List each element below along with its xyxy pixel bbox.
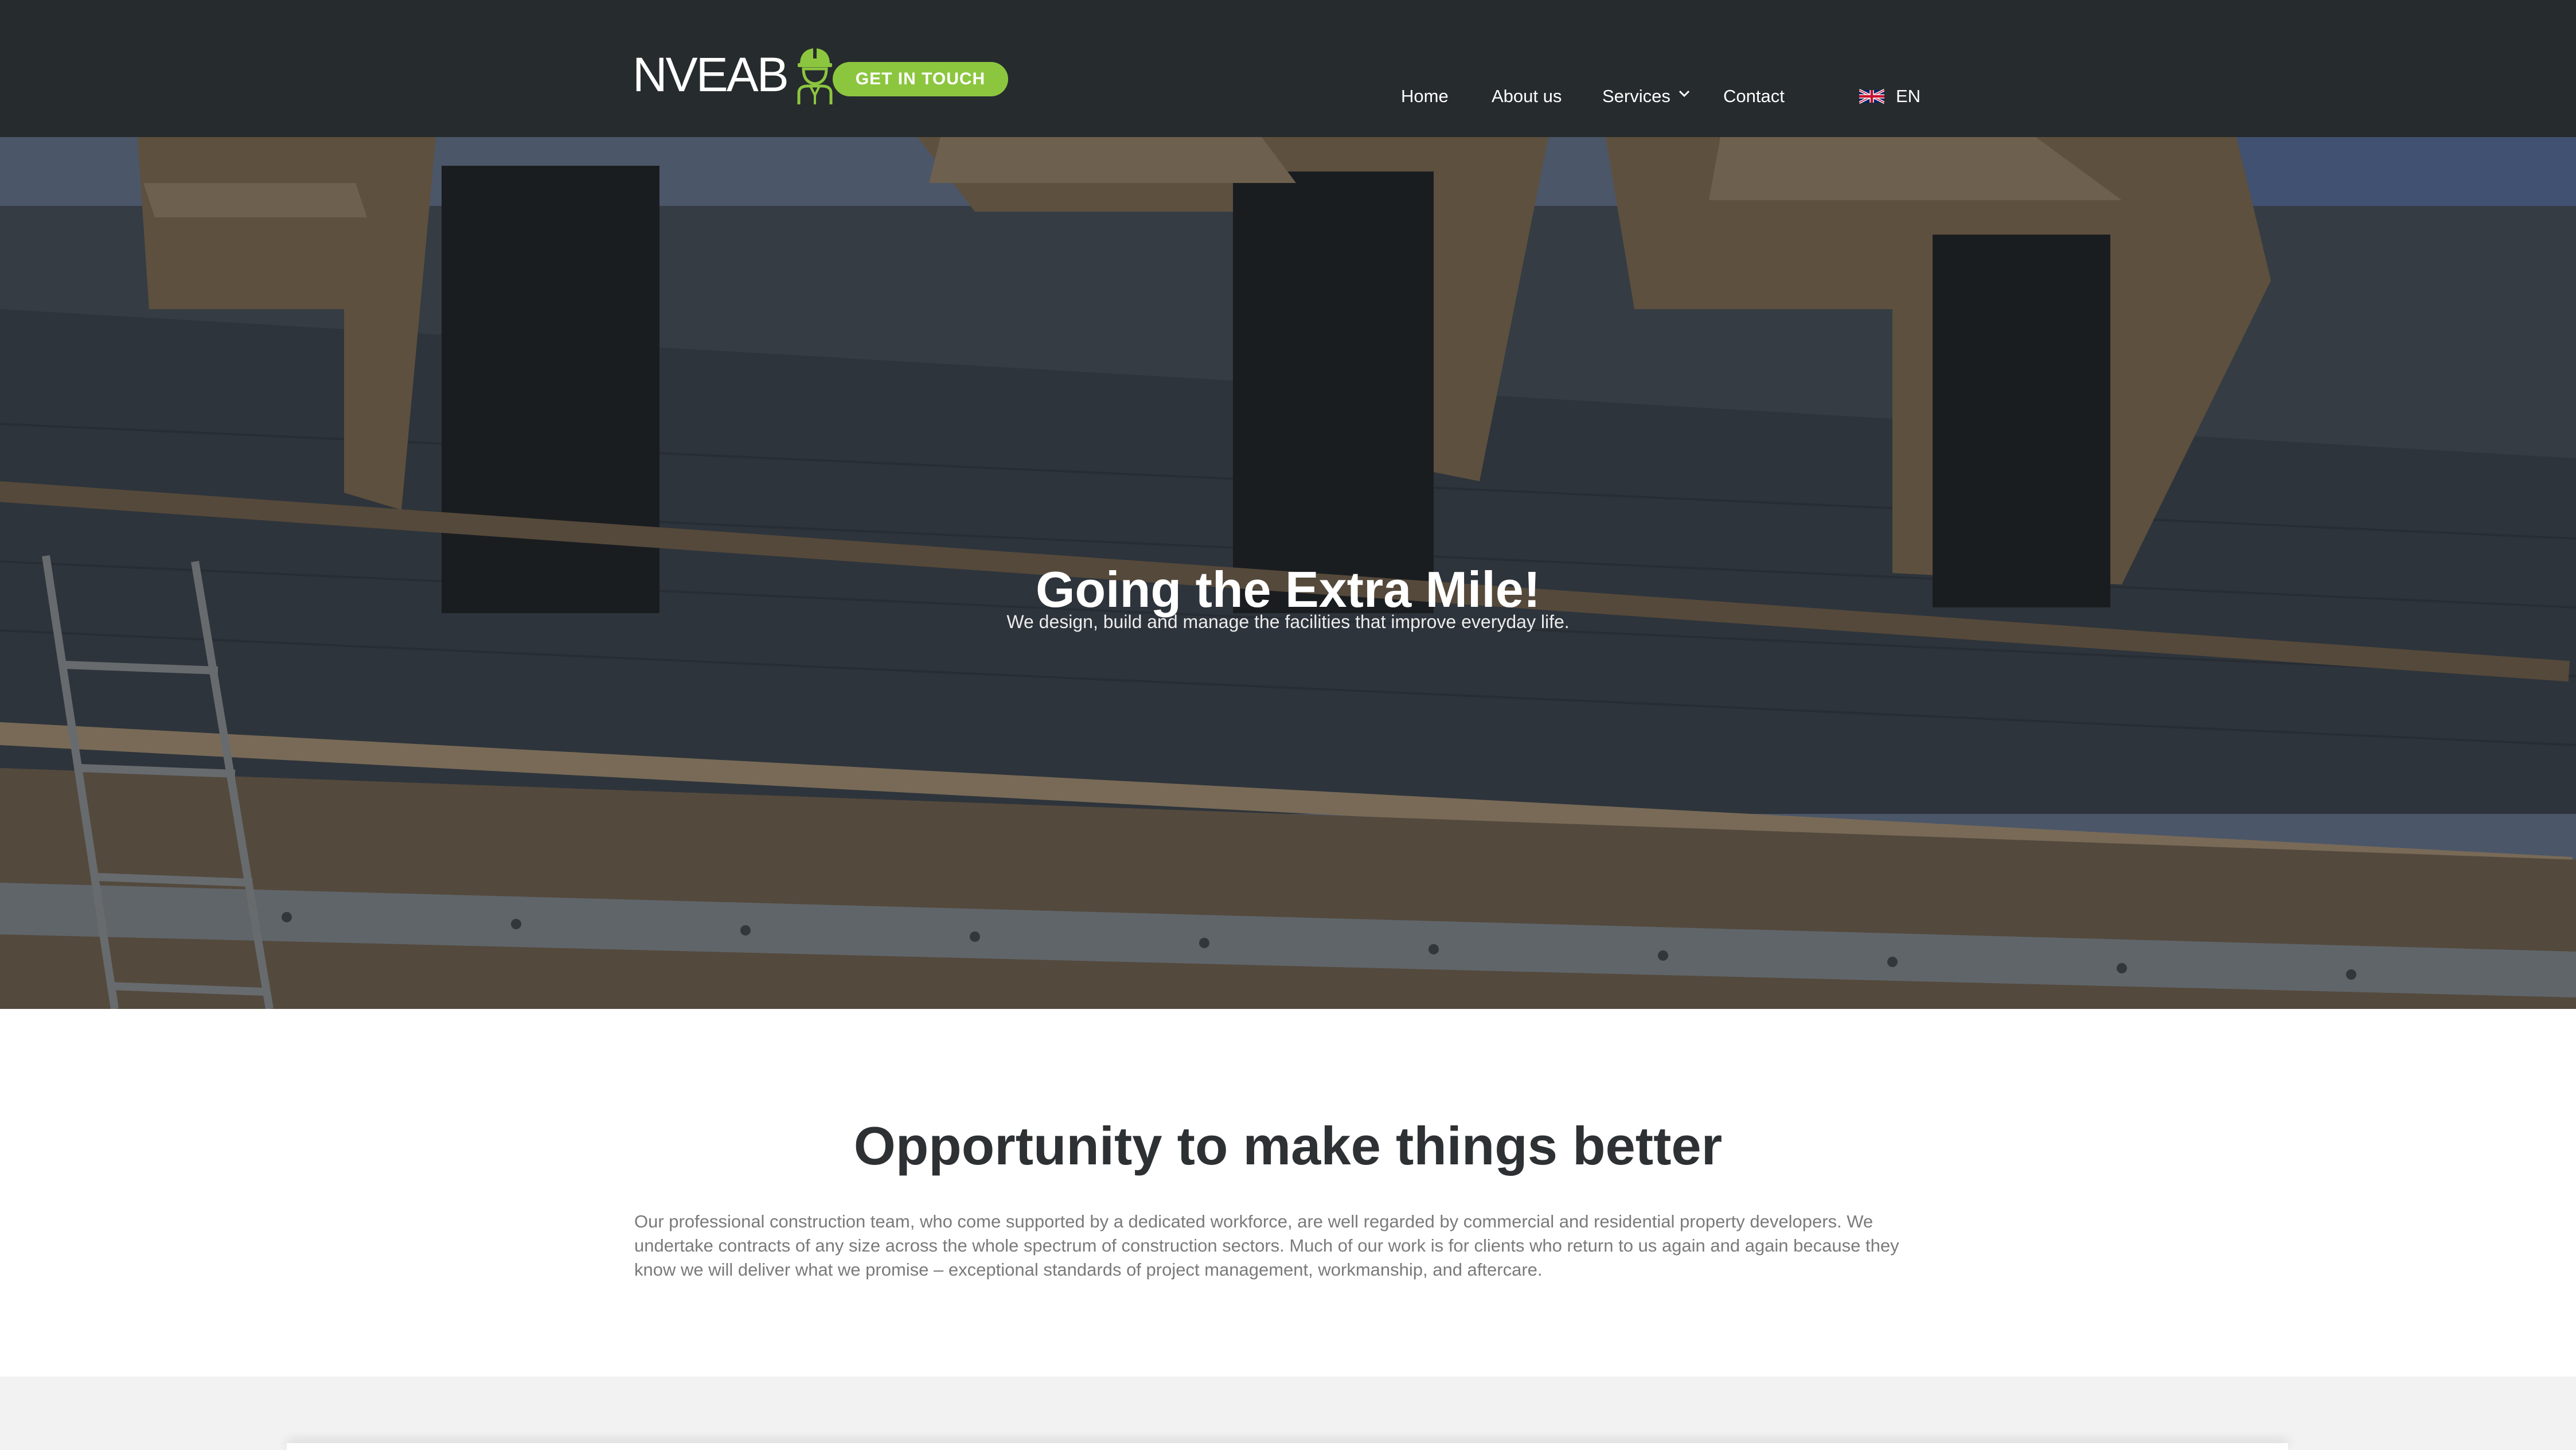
nav-contact-link[interactable]: Contact [1723,85,1785,108]
hero-subtitle: We design, build and manage the faciliti… [1006,611,1570,632]
next-section-card [287,1443,2288,1450]
nav-about-link[interactable]: About us [1492,85,1562,108]
next-section-band [0,1377,2576,1450]
nav-services-link[interactable]: Services [1602,85,1671,108]
site-header: NVEAB GET IN TOUCH Home About us Service… [0,0,2576,137]
nav-home-link[interactable]: Home [1401,85,1449,108]
builder-hardhat-icon [797,48,833,104]
logo-text: NVEAB [633,48,789,102]
language-label: EN [1896,86,1921,106]
intro-title: Opportunity to make things better [853,1116,1723,1176]
language-selector[interactable]: EN [1859,85,1921,108]
intro-body: Our professional construction team, who … [634,1211,1899,1280]
uk-flag-icon [1859,89,1884,104]
hero-title: Going the Extra Mile! [1035,560,1541,618]
logo[interactable]: NVEAB [633,42,833,107]
hero-banner: Going the Extra Mile! We design, build a… [0,137,2576,1009]
chevron-down-icon[interactable] [1678,89,1691,98]
get-in-touch-button[interactable]: GET IN TOUCH [833,62,1008,96]
